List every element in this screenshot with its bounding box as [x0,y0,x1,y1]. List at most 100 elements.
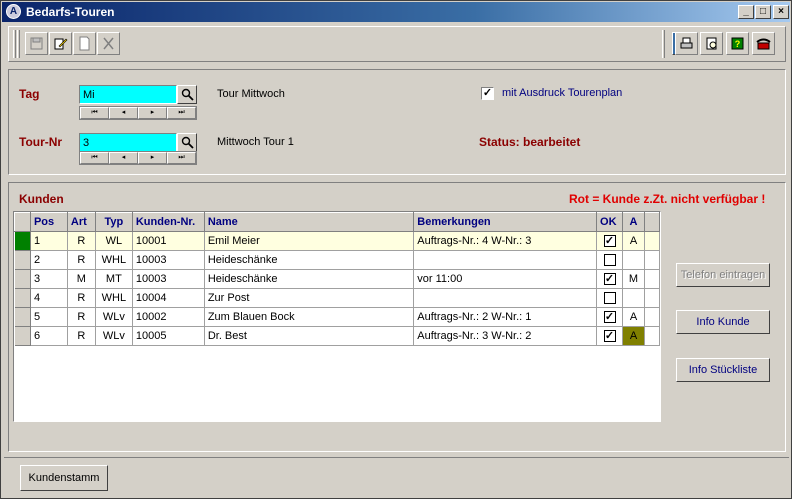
col-header-art[interactable]: Art [66,212,96,232]
tour-nr-input[interactable] [79,133,177,152]
toolbar-grip[interactable] [17,30,20,58]
maximize-button[interactable]: □ [755,5,771,19]
nav-prev-button[interactable]: ◂ [109,107,138,119]
cell-typ[interactable]: WHL [95,250,133,270]
cell-typ[interactable]: MT [95,269,133,289]
cell-pos[interactable]: 4 [30,288,68,308]
tag-search-button[interactable] [177,85,197,104]
nav-prev-button[interactable]: ◂ [109,152,138,164]
preview-tool-button[interactable] [700,32,723,55]
cell-a[interactable]: A [622,231,645,251]
ok-checkbox[interactable]: ✓ [603,311,616,324]
cell-pos[interactable]: 3 [30,269,68,289]
title-bar[interactable]: A Bedarfs-Touren _ □ × [2,2,790,22]
cell-bemerkungen[interactable]: Auftrags-Nr.: 3 W-Nr.: 2 [413,326,598,346]
cell-art[interactable]: R [67,326,96,346]
table-row[interactable]: 5 R WLv 10002 Zum Blauen Bock Auftrags-Nr.: 2… [14,307,661,327]
cell-name[interactable]: Zur Post [204,288,415,308]
cell-name[interactable]: Heideschänke [204,269,415,289]
customers-grid[interactable]: Pos Art Typ Kunden-Nr. Name Bemerkungen … [13,211,661,422]
col-header-ok[interactable]: OK [596,212,623,232]
edit-tool-button[interactable] [49,32,72,55]
help-tool-button[interactable]: ? [726,32,749,55]
cell-bemerkungen[interactable]: Auftrags-Nr.: 2 W-Nr.: 1 [413,307,598,327]
info-stueckliste-button[interactable]: Info Stückliste [676,358,770,382]
col-header-kunden-nr[interactable]: Kunden-Nr. [131,212,205,232]
cell-name[interactable]: Heideschänke [204,250,415,270]
cell-typ[interactable]: WLv [95,326,133,346]
cell-pos[interactable]: 5 [30,307,68,327]
cell-art[interactable]: R [67,231,96,251]
print-plan-checkbox[interactable]: ✓ [481,87,494,100]
cell-a[interactable] [622,250,645,270]
cell-art[interactable]: R [67,288,96,308]
cell-ok[interactable] [596,288,623,308]
cell-kunden-nr[interactable]: 10002 [132,307,205,327]
app-icon[interactable]: A [6,4,21,19]
cell-ok[interactable]: ✓ [596,307,623,327]
cell-kunden-nr[interactable]: 10003 [132,269,205,289]
cell-bemerkungen[interactable]: vor 11:00 [413,269,598,289]
cell-kunden-nr[interactable]: 10004 [132,288,205,308]
nav-first-button[interactable]: ⏮ [80,152,109,164]
phone-tool-button[interactable] [752,32,775,55]
nav-next-button[interactable]: ▸ [138,152,167,164]
close-button[interactable]: × [773,5,789,19]
tour-search-button[interactable] [177,133,197,152]
toolbar-grip[interactable] [662,30,665,58]
cell-ok[interactable] [596,250,623,270]
ok-checkbox[interactable] [603,292,616,305]
cell-kunden-nr[interactable]: 10003 [132,250,205,270]
cell-a[interactable]: A [622,307,645,327]
cell-a[interactable]: A [622,326,645,346]
minimize-button[interactable]: _ [738,5,754,19]
cell-a[interactable] [622,288,645,308]
cell-name[interactable]: Zum Blauen Bock [204,307,415,327]
nav-last-button[interactable]: ⏭ [167,152,196,164]
cell-bemerkungen[interactable] [413,250,598,270]
cell-ok[interactable]: ✓ [596,231,623,251]
ok-checkbox[interactable]: ✓ [603,273,616,286]
cell-bemerkungen[interactable]: Auftrags-Nr.: 4 W-Nr.: 3 [413,231,598,251]
cell-pos[interactable]: 1 [30,231,68,251]
cell-art[interactable]: M [67,269,96,289]
delete-tool-button[interactable] [97,32,120,55]
table-row[interactable]: 6 R WLv 10005 Dr. Best Auftrags-Nr.: 3 W-Nr.:… [14,326,661,346]
cell-kunden-nr[interactable]: 10001 [132,231,205,251]
cell-art[interactable]: R [67,250,96,270]
col-header-pos[interactable]: Pos [29,212,68,232]
col-header-a[interactable]: A [622,212,645,232]
nav-last-button[interactable]: ⏭ [167,107,196,119]
col-header-bemerkungen[interactable]: Bemerkungen [413,212,598,232]
nav-first-button[interactable]: ⏮ [80,107,109,119]
table-row[interactable]: 2 R WHL 10003 Heideschänke [14,250,661,270]
cell-bemerkungen[interactable] [413,288,598,308]
cell-name[interactable]: Dr. Best [204,326,415,346]
ok-checkbox[interactable] [603,254,616,267]
print-plan-label[interactable]: mit Ausdruck Tourenplan [502,87,622,99]
cell-kunden-nr[interactable]: 10005 [132,326,205,346]
cell-ok[interactable]: ✓ [596,326,623,346]
table-row[interactable]: 4 R WHL 10004 Zur Post [14,288,661,308]
ok-checkbox[interactable]: ✓ [603,235,616,248]
cell-art[interactable]: R [67,307,96,327]
table-row[interactable]: 1 R WL 10001 Emil Meier Auftrags-Nr.: 4 W-Nr.… [14,231,661,251]
toolbar-grip[interactable] [13,30,16,58]
nav-next-button[interactable]: ▸ [138,107,167,119]
table-row[interactable]: 3 M MT 10003 Heideschänke vor 11:00 ✓ M [14,269,661,289]
cell-typ[interactable]: WHL [95,288,133,308]
cell-typ[interactable]: WLv [95,307,133,327]
cell-a[interactable]: M [622,269,645,289]
new-tool-button[interactable] [73,32,96,55]
telefon-eintragen-button[interactable]: Telefon eintragen [676,263,770,287]
info-kunde-button[interactable]: Info Kunde [676,310,770,334]
kundenstamm-button[interactable]: Kundenstamm [20,465,108,491]
cell-pos[interactable]: 6 [30,326,68,346]
print-tool-button[interactable] [675,32,698,55]
cell-pos[interactable]: 2 [30,250,68,270]
cell-typ[interactable]: WL [95,231,133,251]
tag-input[interactable] [79,85,177,104]
cell-name[interactable]: Emil Meier [204,231,415,251]
save-tool-button[interactable] [25,32,48,55]
cell-ok[interactable]: ✓ [596,269,623,289]
